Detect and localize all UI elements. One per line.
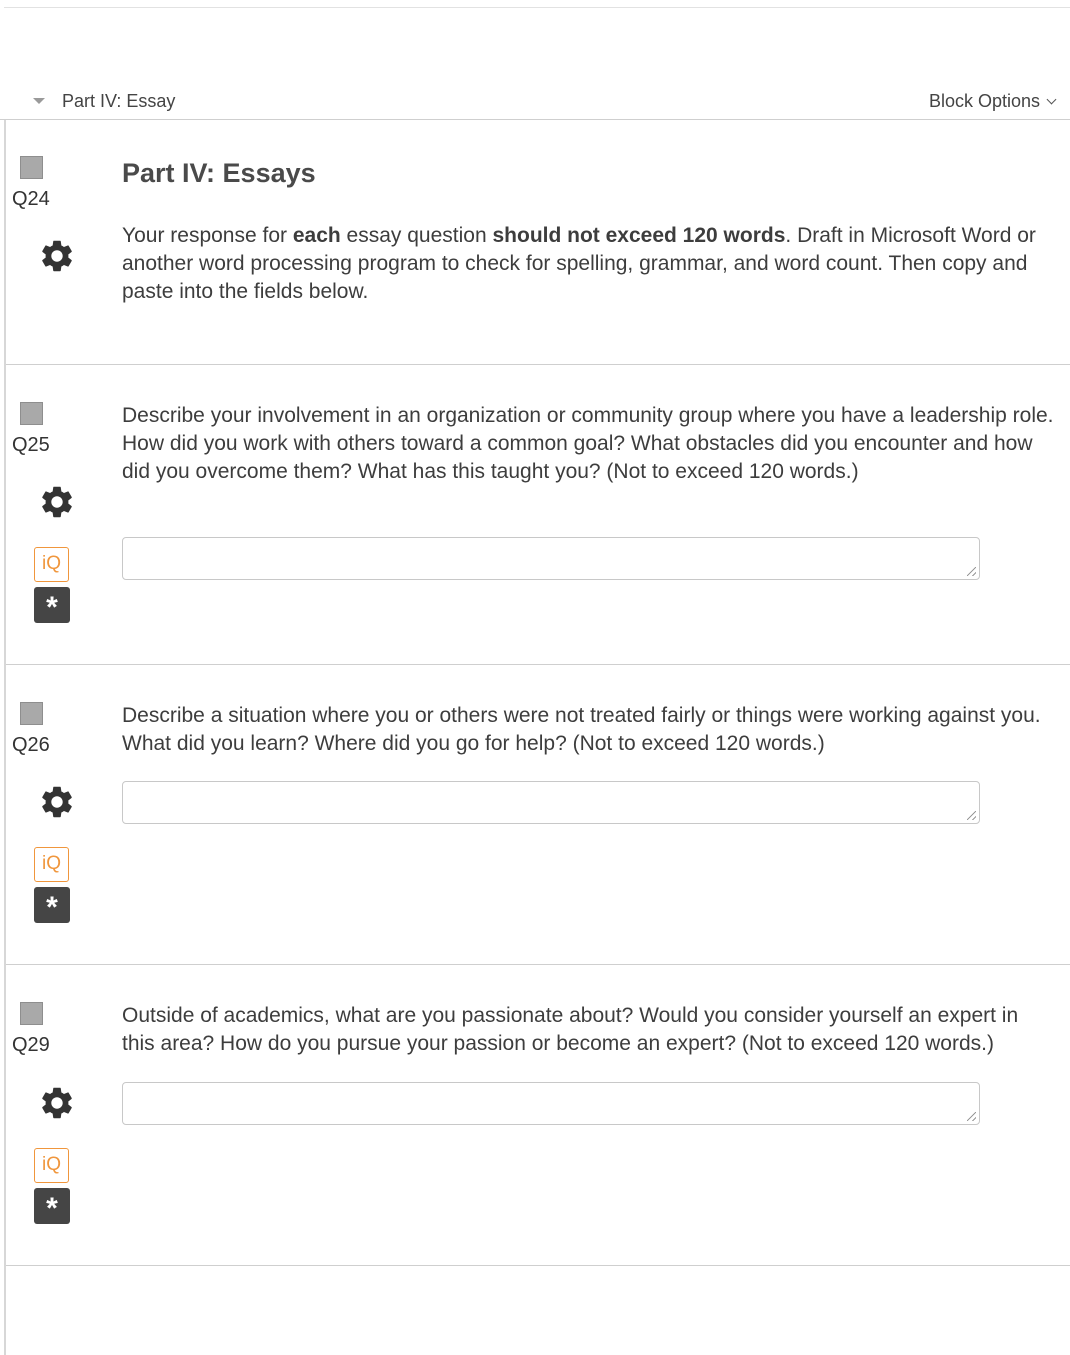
gear-icon[interactable] [38,783,76,821]
question-select-checkbox[interactable] [20,1002,43,1025]
resize-handle-icon[interactable] [967,811,976,820]
intro-text: Your response for [122,224,293,247]
question-text: Describe your involvement in an organiza… [122,404,1054,483]
question-text: Outside of academics, what are you passi… [122,1004,1019,1055]
question-select-checkbox[interactable] [20,702,43,725]
required-icon[interactable]: * [34,887,70,924]
divider [4,7,1070,8]
question-select-checkbox[interactable] [20,156,43,179]
block-title[interactable]: Part IV: Essay [62,91,175,112]
block-header: Part IV: Essay Block Options [0,85,1070,120]
gear-icon[interactable] [38,1084,76,1122]
question-number: Q26 [12,734,50,756]
resize-handle-icon[interactable] [967,1112,976,1121]
intro-emphasis: should not exceed 120 words [492,224,786,247]
question-heading: Part IV: Essays [122,158,316,188]
required-icon[interactable]: * [34,1188,70,1225]
question-text: Your response for each essay question sh… [122,222,1056,306]
chevron-down-icon [1046,94,1057,105]
resize-handle-icon[interactable] [967,567,976,576]
iq-icon[interactable]: iQ [34,847,69,882]
question-q25[interactable]: Q25 iQ * Describe your involvement in an… [6,365,1070,665]
block-options-button[interactable]: Block Options [928,91,1057,112]
iq-icon[interactable]: iQ [34,1148,69,1183]
gear-icon[interactable] [38,237,76,275]
question-text: Describe a situation where you or others… [122,704,1041,755]
answer-textarea[interactable] [122,537,980,580]
question-number: Q24 [12,188,50,210]
required-icon[interactable]: * [34,587,70,624]
answer-textarea[interactable] [122,1082,980,1125]
gear-icon[interactable] [38,483,76,521]
question-q29[interactable]: Q29 iQ * Outside of academics, what are … [6,965,1070,1266]
caret-down-icon[interactable] [33,98,45,104]
survey-editor: Part IV: Essay Block Options Q24 Part IV… [0,0,1070,1355]
question-q26[interactable]: Q26 iQ * Describe a situation where you … [6,665,1070,965]
iq-icon[interactable]: iQ [34,547,69,582]
question-block: Q24 Part IV: Essays Your response for ea… [4,120,1070,1355]
intro-emphasis: each [292,224,341,247]
question-select-checkbox[interactable] [20,402,43,425]
question-q24[interactable]: Q24 Part IV: Essays Your response for ea… [6,120,1070,365]
block-options-label: Block Options [928,91,1040,111]
question-number: Q29 [12,1034,50,1056]
question-number: Q25 [12,434,50,456]
answer-textarea[interactable] [122,781,980,824]
intro-text: essay question [340,224,493,247]
